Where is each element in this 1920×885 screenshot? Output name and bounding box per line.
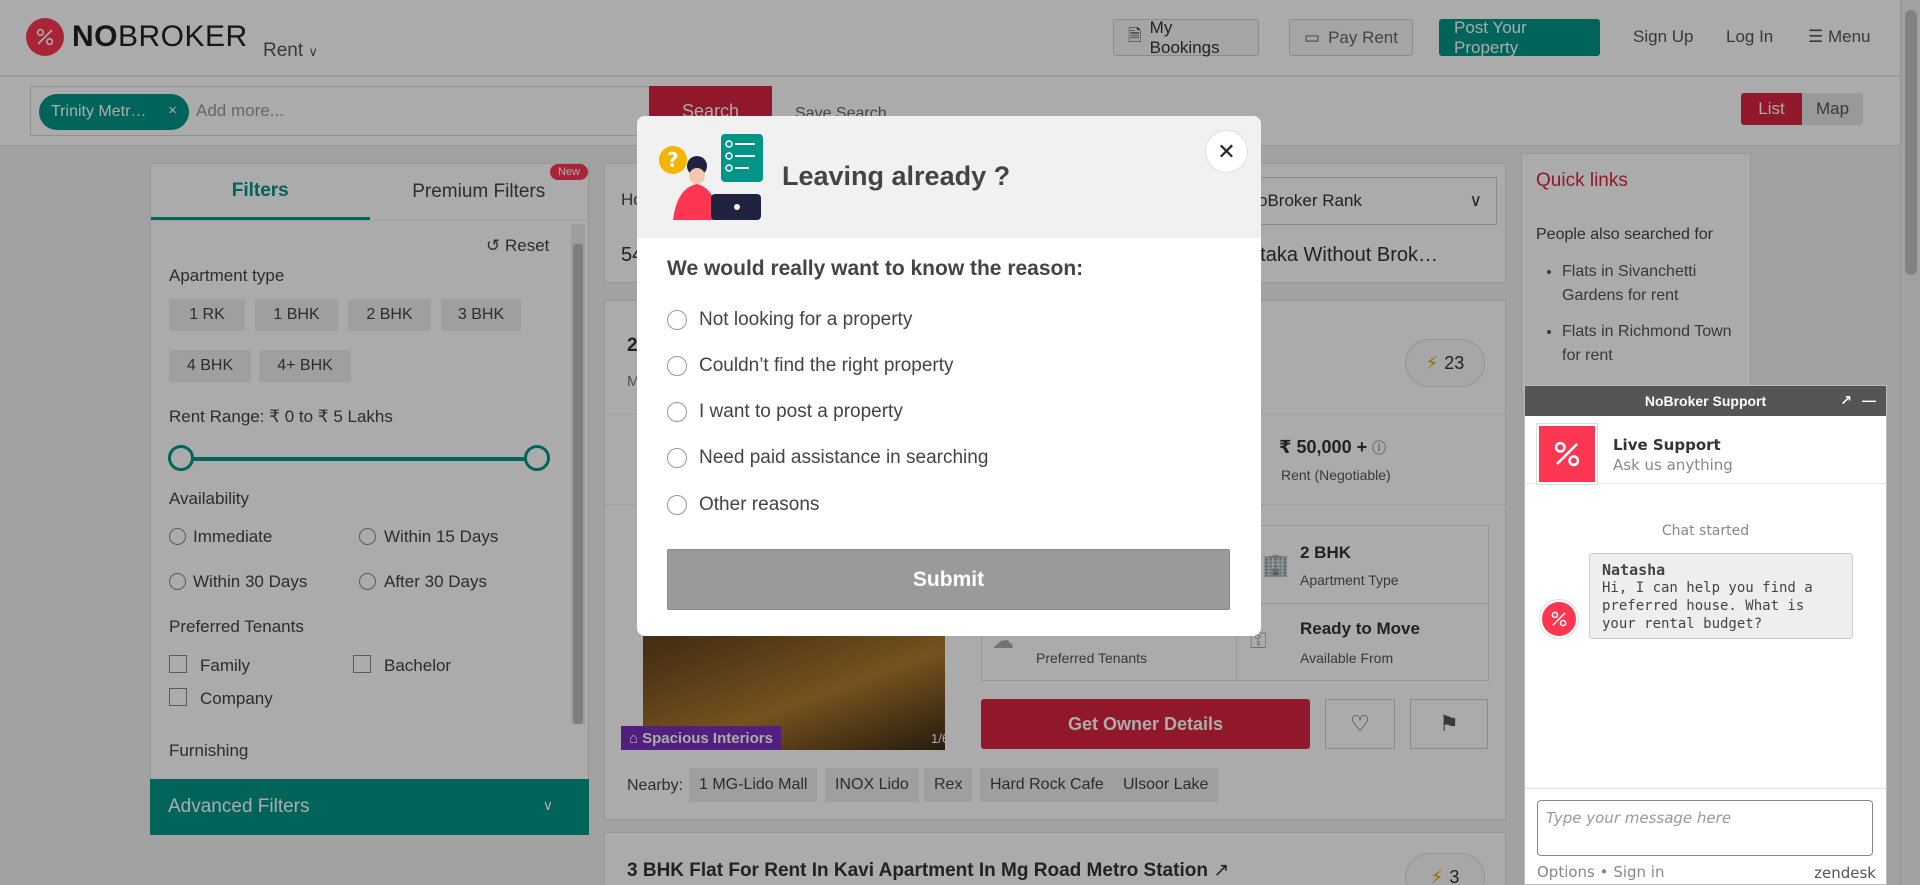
modal-title: Leaving already ? [782,161,1011,191]
message-text: Hi, I can help you find a preferred hous… [1602,580,1813,632]
reason-option[interactable]: Couldn’t find the right property [667,354,954,378]
close-icon[interactable]: ✕ [1205,130,1248,173]
chat-message-input[interactable]: Type your message here [1537,800,1873,856]
agent-name: Live Support [1613,436,1721,454]
svg-text:?: ? [667,148,679,172]
reason-option[interactable]: Not looking for a property [667,308,912,332]
agent-subtitle: Ask us anything [1613,456,1733,474]
reason-radio[interactable] [667,356,687,376]
support-chat-widget: NoBroker Support ↗ — Live Support Ask us… [1524,385,1887,885]
modal-header: ? Leaving already ? ✕ [637,116,1261,238]
minimize-icon[interactable]: — [1862,392,1876,408]
chat-footer: Options • Sign in [1537,863,1665,881]
reason-radio[interactable] [667,310,687,330]
feedback-illustration-icon: ? [659,134,763,220]
reason-option[interactable]: Need paid assistance in searching [667,446,988,470]
reason-option[interactable]: I want to post a property [667,400,903,424]
zendesk-brand[interactable]: zendesk [1814,864,1876,882]
message-sender: Natasha [1602,561,1666,579]
popout-icon[interactable]: ↗ [1840,392,1852,409]
chat-agent-header: Live Support Ask us anything [1525,416,1886,484]
reason-radio[interactable] [667,402,687,422]
agent-message: Natasha Hi, I can help you find a prefer… [1589,553,1853,639]
reason-option[interactable]: Other reasons [667,493,819,517]
reason-radio[interactable] [667,448,687,468]
submit-button[interactable]: Submit [667,549,1230,610]
leaving-modal: ? Leaving already ? ✕ We would really wa… [637,116,1261,636]
chat-sign-in-link[interactable]: Sign in [1613,863,1664,881]
modal-question: We would really want to know the reason: [667,257,1084,280]
chat-title-bar[interactable]: NoBroker Support ↗ — [1525,386,1886,416]
agent-message-avatar [1540,600,1578,638]
agent-avatar [1537,424,1597,484]
reason-radio[interactable] [667,495,687,515]
chat-started-note: Chat started [1661,523,1750,539]
chat-options-link[interactable]: Options [1537,863,1595,881]
